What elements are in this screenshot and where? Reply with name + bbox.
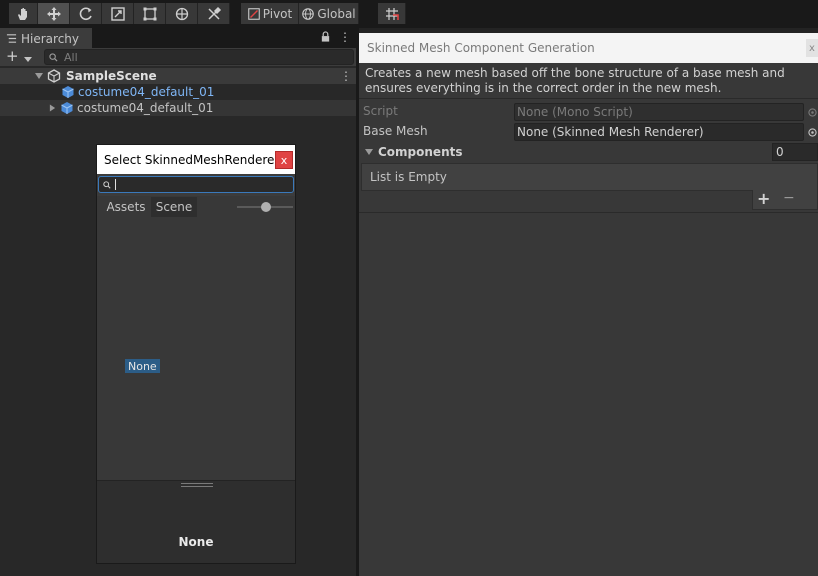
custom-tool-button[interactable]	[198, 3, 230, 24]
hierarchy-tab-label: Hierarchy	[21, 31, 80, 46]
lock-icon[interactable]	[320, 31, 331, 46]
transform-tools-group	[9, 3, 230, 24]
resize-grip-icon[interactable]	[181, 483, 213, 487]
preview-label: None	[178, 535, 214, 549]
tab-scene[interactable]: Scene	[151, 197, 197, 217]
script-field: None (Mono Script)	[514, 103, 804, 121]
rotate-tool-button[interactable]	[70, 3, 102, 24]
grid-snap-icon	[385, 7, 399, 20]
prefab-cube-icon	[62, 86, 74, 98]
scale-tool-button[interactable]	[102, 3, 134, 24]
add-element-button[interactable]: +	[757, 189, 770, 208]
search-icon	[103, 180, 111, 189]
move-icon	[46, 6, 61, 21]
unity-scene-icon	[47, 69, 61, 83]
scene-name: SampleScene	[66, 69, 157, 83]
rect-icon	[143, 7, 156, 20]
main-toolbar: Pivot Global	[0, 0, 818, 28]
prefab-cube-icon	[61, 102, 73, 114]
list-icon	[6, 34, 17, 43]
scale-icon	[110, 6, 125, 21]
base-mesh-label: Base Mesh	[363, 124, 428, 138]
object-picker-icon	[807, 103, 818, 121]
inspector-title: Skinned Mesh Component Generation	[367, 41, 595, 55]
add-icon[interactable]: +	[6, 48, 19, 65]
object-picker-icon[interactable]	[807, 123, 818, 141]
scene-row[interactable]: SampleScene ⋮	[0, 68, 356, 84]
script-label: Script	[363, 104, 398, 118]
hand-tool-button[interactable]	[9, 3, 38, 24]
hand-icon	[18, 7, 27, 20]
rect-tool-button[interactable]	[134, 3, 166, 24]
components-foldout[interactable]: Components	[359, 143, 818, 161]
scene-menu-icon[interactable]: ⋮	[340, 69, 352, 83]
object-picker-search-input[interactable]	[98, 176, 294, 193]
pivot-label: Pivot	[262, 6, 293, 21]
expand-down-icon[interactable]	[35, 72, 43, 80]
remove-element-button[interactable]: −	[783, 190, 795, 206]
list-footer: + −	[752, 189, 818, 210]
transform-tool-button[interactable]	[166, 3, 198, 24]
pivot-icon	[247, 7, 260, 20]
hierarchy-item[interactable]: costume04_default_01	[0, 100, 356, 116]
list-empty-label: List is Empty	[370, 170, 447, 184]
hierarchy-item-label: costume04_default_01	[77, 101, 214, 115]
divider	[359, 98, 818, 99]
components-count-field[interactable]: 0	[772, 143, 818, 161]
hierarchy-search-placeholder: All	[64, 50, 78, 64]
object-picker-list[interactable]: None	[97, 218, 295, 480]
expand-down-icon[interactable]	[365, 148, 373, 156]
base-mesh-value: None (Skinned Mesh Renderer)	[517, 125, 704, 139]
grid-snap-group	[378, 3, 406, 24]
pivot-global-group: Pivot Global	[241, 3, 359, 24]
panel-menu-icon[interactable]: ⋮	[339, 31, 351, 43]
object-picker-search-bar	[97, 174, 295, 196]
pivot-toggle[interactable]: Pivot	[241, 3, 299, 24]
transform-icon	[175, 7, 188, 20]
inspector-window: Skinned Mesh Component Generation x Crea…	[359, 28, 818, 576]
divider	[359, 212, 818, 213]
tab-hierarchy[interactable]: Hierarchy	[0, 28, 92, 48]
grid-snap-button[interactable]	[378, 3, 406, 24]
tools-icon	[207, 6, 221, 20]
object-picker-titlebar[interactable]: Select SkinnedMeshRenderer x	[97, 145, 295, 174]
inspector-close-button[interactable]: x	[806, 39, 818, 57]
expand-right-icon[interactable]	[49, 104, 56, 112]
chevron-down-icon[interactable]	[24, 52, 32, 66]
components-count: 0	[776, 145, 784, 159]
script-value: None (Mono Script)	[517, 105, 633, 119]
search-icon	[49, 52, 58, 62]
global-toggle[interactable]: Global	[299, 3, 359, 24]
hierarchy-item-label: costume04_default_01	[78, 85, 215, 99]
preview-size-slider-thumb[interactable]	[261, 202, 271, 212]
globe-icon	[302, 7, 315, 20]
object-picker-window: Select SkinnedMeshRenderer x Assets Scen…	[96, 144, 296, 564]
object-picker-tabs: Assets Scene	[97, 196, 295, 218]
hierarchy-toolbar: + All	[0, 48, 356, 66]
hierarchy-tab-bar: Hierarchy ⋮	[0, 28, 356, 48]
global-label: Global	[317, 6, 356, 21]
hierarchy-search-input[interactable]: All	[44, 49, 354, 65]
components-list: List is Empty	[361, 163, 818, 191]
base-mesh-field[interactable]: None (Skinned Mesh Renderer)	[514, 123, 804, 141]
object-picker-close-button[interactable]: x	[275, 151, 293, 169]
tab-assets[interactable]: Assets	[101, 197, 151, 217]
inspector-titlebar[interactable]: Skinned Mesh Component Generation	[359, 33, 818, 63]
list-item-none[interactable]: None	[125, 359, 160, 373]
move-tool-button[interactable]	[38, 3, 70, 24]
inspector-description: Creates a new mesh based off the bone st…	[365, 66, 785, 95]
hierarchy-item[interactable]: costume04_default_01	[0, 84, 356, 100]
text-caret	[115, 179, 116, 190]
rotate-icon	[79, 7, 92, 20]
components-label: Components	[378, 145, 463, 159]
object-picker-title: Select SkinnedMeshRenderer	[104, 152, 280, 167]
object-picker-preview: None	[97, 481, 295, 563]
